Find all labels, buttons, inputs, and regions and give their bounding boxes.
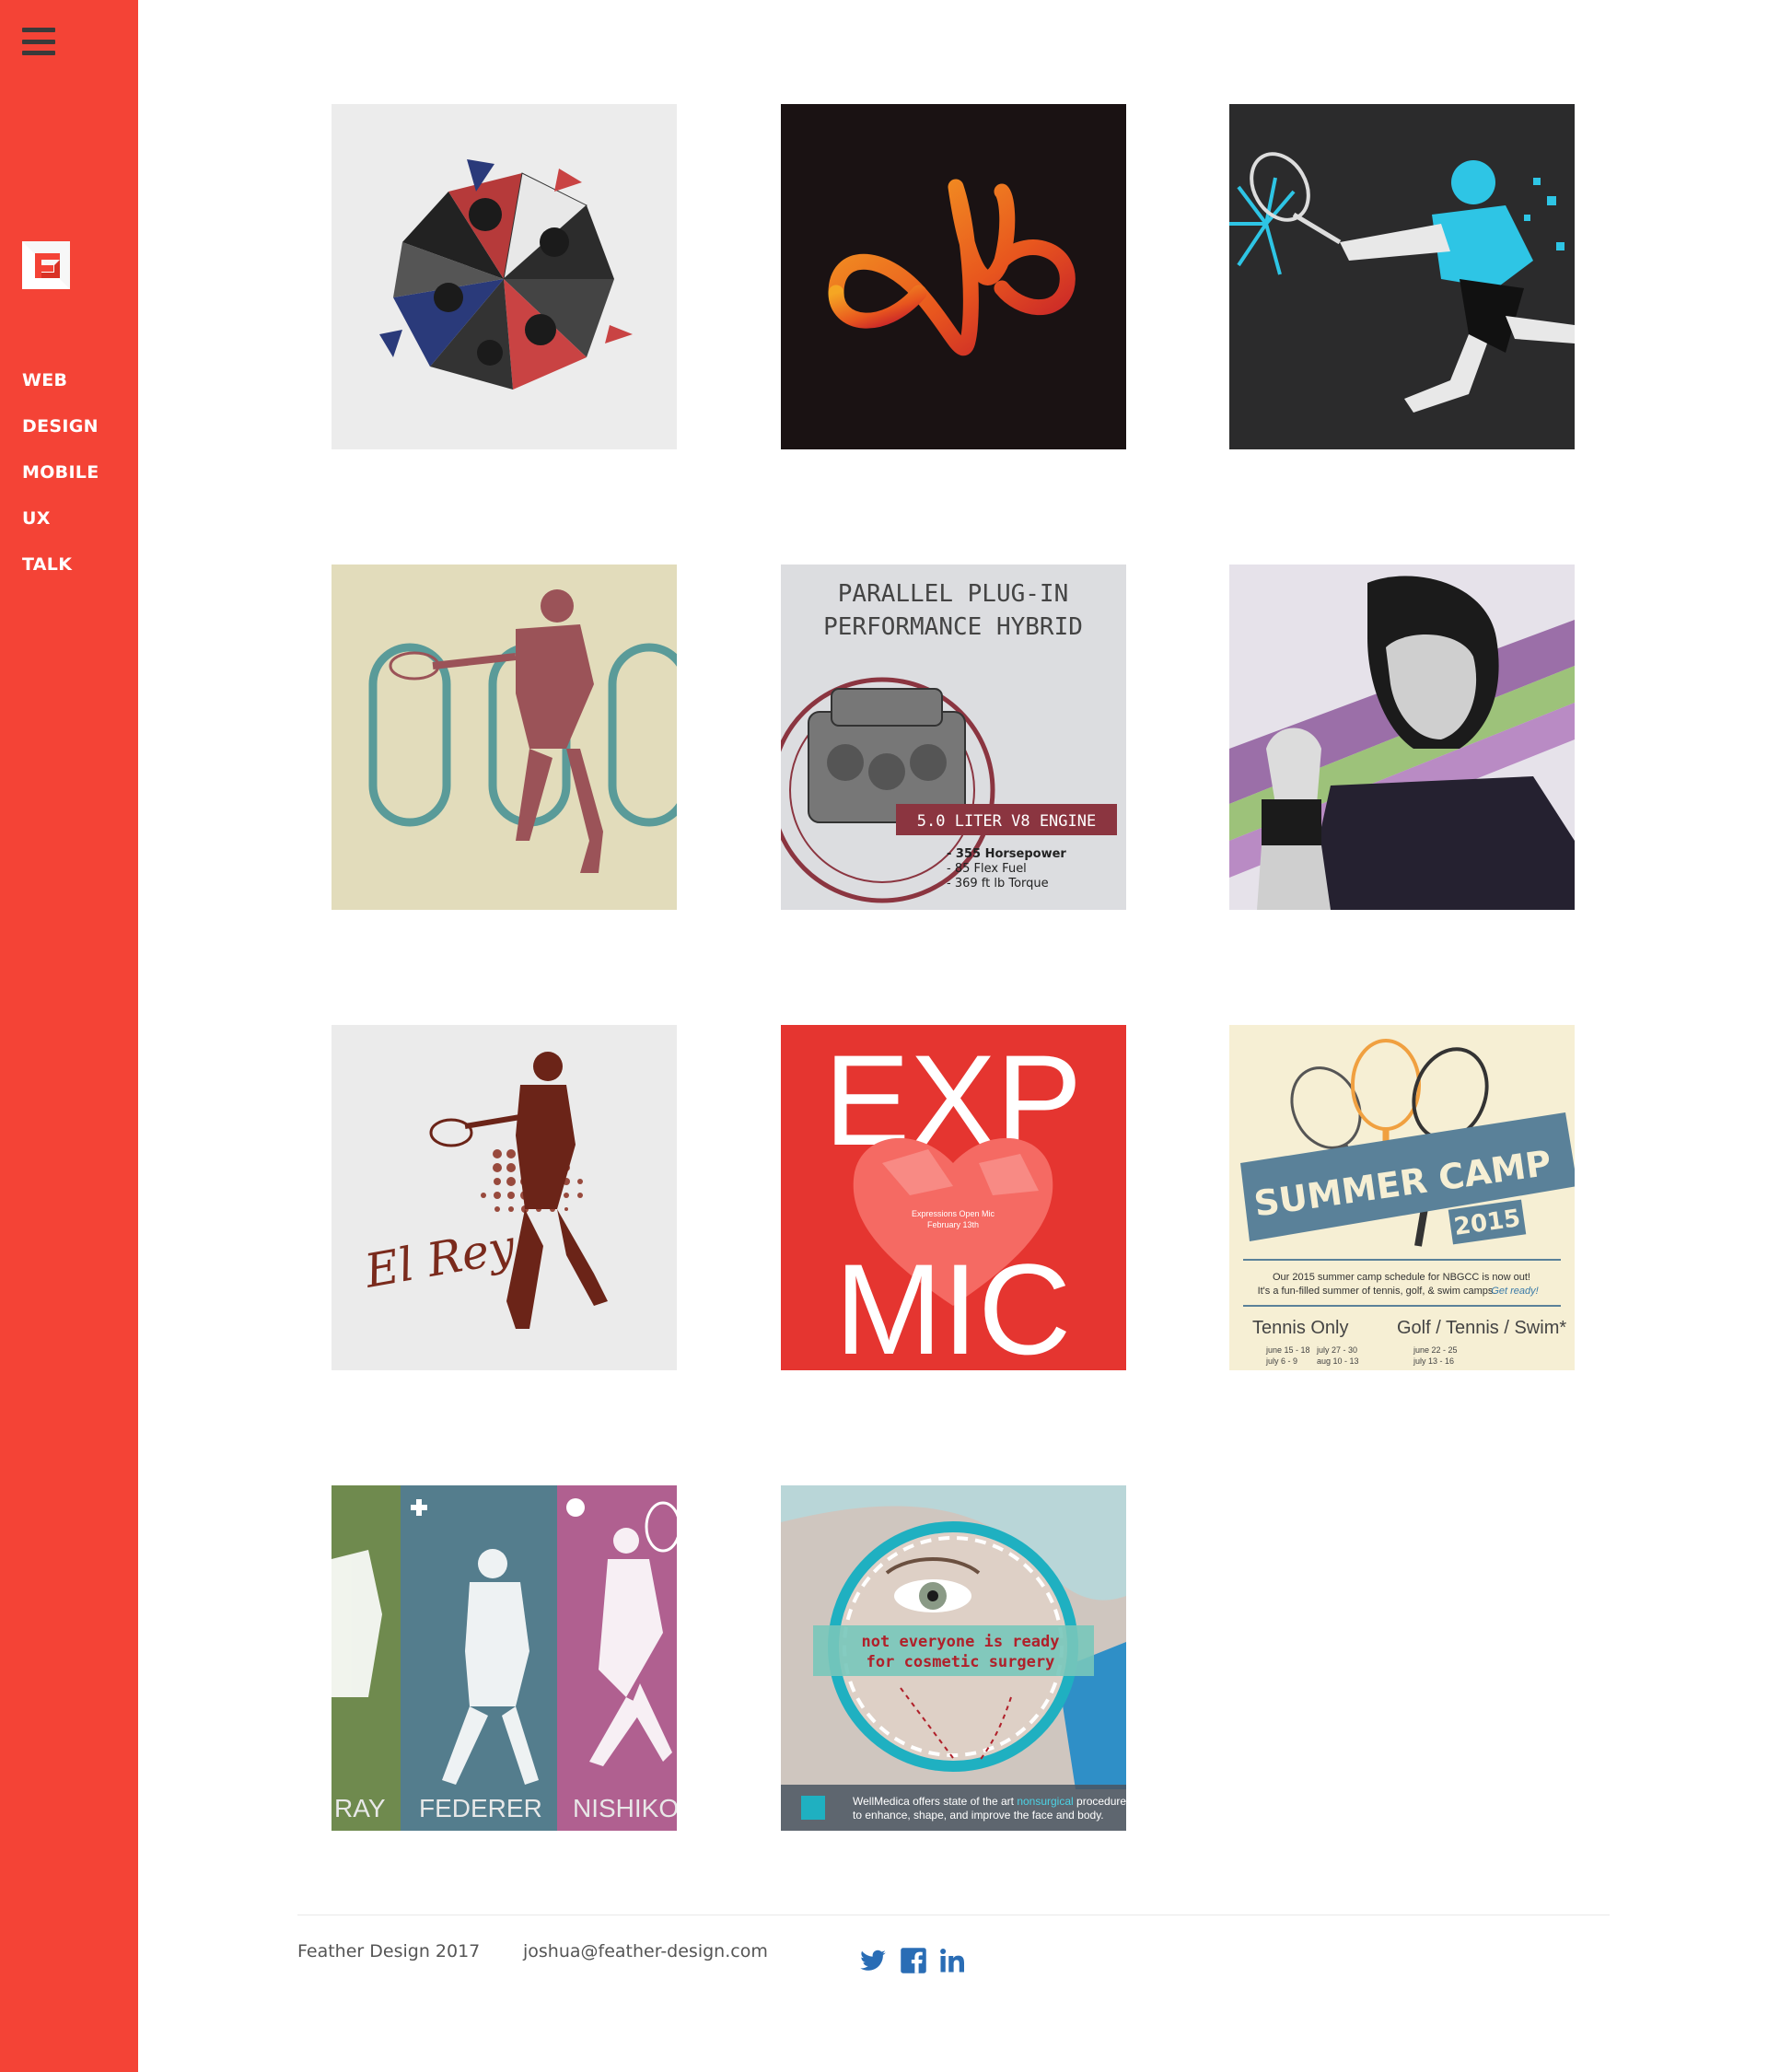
summer-camp-date4: july 6 - 9 <box>1265 1356 1297 1366</box>
hybrid-spec-3: - 369 ft lb Torque <box>947 877 1049 890</box>
el-rey-artwork: El Rey <box>332 1025 677 1370</box>
portfolio-tile-summer-camp[interactable]: SUMMER CAMP 2015 Our 2015 summer camp sc… <box>1229 1025 1575 1370</box>
open-mic-line2: February 13th <box>927 1220 979 1229</box>
player-name-3: NISHIKO <box>573 1794 677 1822</box>
portfolio-tile-murray-portrait[interactable] <box>1229 565 1575 910</box>
summer-camp-text3: Get ready! <box>1491 1286 1538 1297</box>
summer-camp-date1: june 15 - 18 <box>1265 1345 1310 1355</box>
portfolio-tile-tennis-collage[interactable] <box>332 104 677 449</box>
summer-camp-date5: aug 10 - 13 <box>1317 1356 1359 1366</box>
sidebar: WEB DESIGN MOBILE UX TALK <box>0 0 138 2072</box>
wellmedica-info-line1: WellMedica offers state of the art nonsu… <box>853 1795 1126 1808</box>
nav-item-talk[interactable]: TALK <box>22 553 99 599</box>
player-name-2: FEDERER <box>419 1794 542 1822</box>
player-name-1: RAY <box>334 1794 386 1822</box>
linkedin-icon[interactable] <box>938 1947 966 1974</box>
wellmedica-artwork: not everyone is ready for cosmetic surge… <box>781 1485 1126 1831</box>
facebook-icon[interactable] <box>900 1947 927 1974</box>
portfolio-tile-wellmedica[interactable]: not everyone is ready for cosmetic surge… <box>781 1485 1126 1831</box>
footer-email[interactable]: joshua@feather-design.com <box>523 1941 768 1961</box>
hybrid-title-line1: PARALLEL PLUG-IN <box>838 580 1068 608</box>
hybrid-engine-artwork: PARALLEL PLUG-IN PERFORMANCE HYBRID 5.0 … <box>781 565 1126 910</box>
summer-camp-date3: june 22 - 25 <box>1413 1345 1458 1355</box>
open-mic-artwork: EXP Expressions Open Mic February 13th M… <box>781 1025 1126 1370</box>
portfolio-tile-tennis-ooo[interactable] <box>332 565 677 910</box>
portfolio-tile-players-panels[interactable]: RAY FEDERER NISHIKO <box>332 1485 677 1831</box>
tennis-player-blue-artwork <box>1229 104 1575 449</box>
wellmedica-info-1b: nonsurgical <box>1017 1795 1073 1808</box>
hybrid-engine-label: 5.0 LITER V8 ENGINE <box>917 812 1096 831</box>
hybrid-title-line2: PERFORMANCE HYBRID <box>823 613 1083 641</box>
tennis-collage-artwork <box>332 104 677 449</box>
summer-camp-col2: Golf / Tennis / Swim* <box>1397 1318 1566 1338</box>
ribbon-logo-artwork <box>781 104 1126 449</box>
nav-item-web[interactable]: WEB <box>22 368 99 414</box>
wellmedica-info-2: to enhance, shape, and improve the face … <box>853 1809 1104 1822</box>
open-mic-word1: EXP <box>824 1028 1082 1172</box>
nav-item-design[interactable]: DESIGN <box>22 414 99 460</box>
tennis-ooo-artwork <box>332 565 677 910</box>
summer-camp-artwork: SUMMER CAMP 2015 Our 2015 summer camp sc… <box>1229 1025 1575 1370</box>
open-mic-line1: Expressions Open Mic <box>912 1209 995 1218</box>
summer-camp-text2: It's a fun-filled summer of tennis, golf… <box>1258 1286 1496 1297</box>
portfolio-tile-open-mic[interactable]: EXP Expressions Open Mic February 13th M… <box>781 1025 1126 1370</box>
hybrid-spec-1: - 355 Horsepower <box>947 847 1066 861</box>
open-mic-word2: MIC <box>835 1237 1072 1370</box>
portfolio-tile-ribbon-logo[interactable] <box>781 104 1126 449</box>
portfolio-tile-el-rey[interactable]: El Rey <box>332 1025 677 1370</box>
wellmedica-info-1a: WellMedica offers state of the art <box>853 1795 1017 1808</box>
hybrid-spec-2: - 85 Flex Fuel <box>947 862 1027 876</box>
portfolio-tile-hybrid-engine[interactable]: PARALLEL PLUG-IN PERFORMANCE HYBRID 5.0 … <box>781 565 1126 910</box>
wellmedica-line2: for cosmetic surgery <box>867 1653 1055 1671</box>
footer-copyright: Feather Design 2017 <box>297 1941 481 1961</box>
nav-item-ux[interactable]: UX <box>22 506 99 553</box>
summer-camp-date2: july 27 - 30 <box>1316 1345 1357 1355</box>
summer-camp-date6: july 13 - 16 <box>1413 1356 1454 1366</box>
portfolio-tile-tennis-player-blue[interactable] <box>1229 104 1575 449</box>
players-panels-artwork: RAY FEDERER NISHIKO <box>332 1485 677 1831</box>
murray-portrait-artwork <box>1229 565 1575 910</box>
main-nav: WEB DESIGN MOBILE UX TALK <box>22 368 99 599</box>
wellmedica-info-1c: procedures <box>1074 1795 1126 1808</box>
nav-item-mobile[interactable]: MOBILE <box>22 460 99 506</box>
menu-icon[interactable] <box>22 28 55 55</box>
summer-camp-col1: Tennis Only <box>1252 1318 1349 1338</box>
summer-camp-text1: Our 2015 summer camp schedule for NBGCC … <box>1273 1272 1530 1283</box>
wellmedica-line1: not everyone is ready <box>862 1633 1060 1651</box>
twitter-icon[interactable] <box>859 1947 887 1974</box>
feather-logo[interactable] <box>22 241 70 289</box>
